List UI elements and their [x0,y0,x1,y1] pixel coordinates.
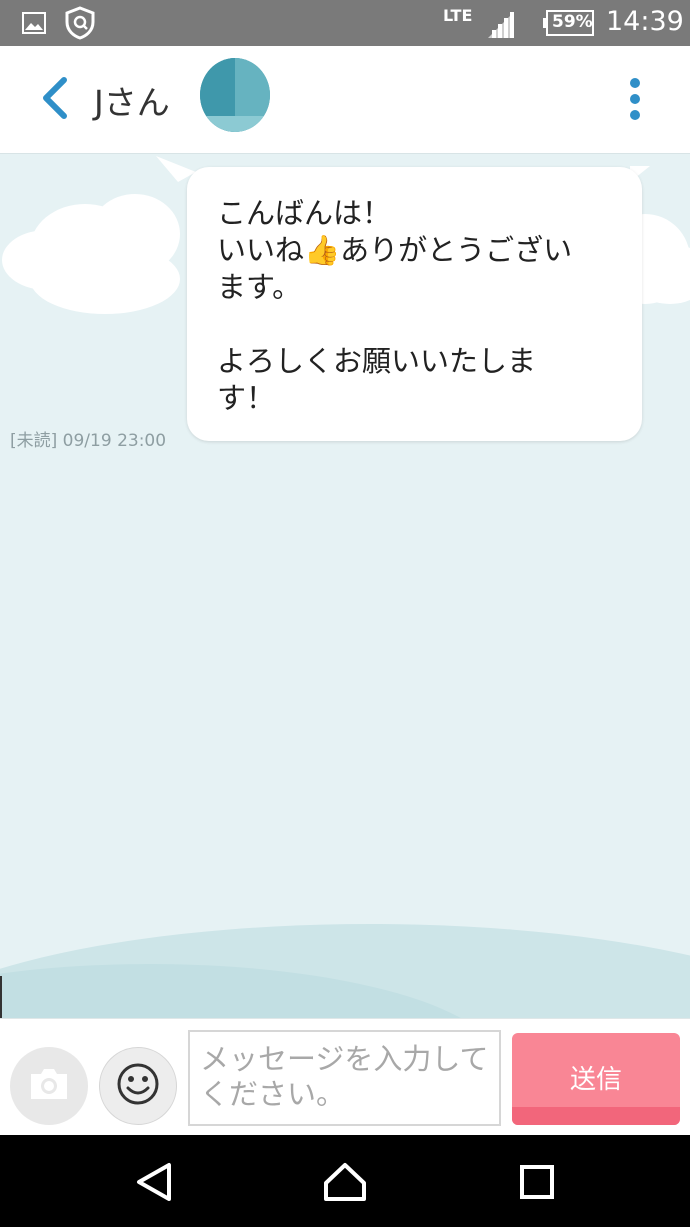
system-nav-bar [0,1135,690,1227]
composer-bar: 送信 [0,1018,690,1136]
clock: 14:39 [606,6,684,37]
back-triangle-icon[interactable] [131,1161,177,1203]
shield-icon [64,6,96,44]
recents-icon[interactable] [514,1161,560,1203]
read-status: [未読] [10,431,58,451]
image-icon [22,12,46,38]
message-bubble[interactable]: こんばんは！ いいね👍ありがとうござい ます。 よろしくお願いいたしま す！ [187,167,642,441]
text-cursor [0,976,2,1018]
contact-name[interactable]: Jさん [94,76,170,124]
camera-icon [27,1066,71,1106]
message-text: こんばんは！ いいね👍ありがとうござい ます。 よろしくお願いいたしま す！ [217,196,573,415]
send-button-label: 送信 [569,1065,622,1095]
message-timestamp: 09/19 23:00 [62,431,167,451]
send-button-underline [512,1107,680,1125]
camera-button[interactable] [10,1047,88,1125]
message-input[interactable] [188,1030,501,1126]
emoji-button[interactable] [99,1047,177,1125]
status-bar: LTE 59% 14:39 [0,0,690,46]
emoji-icon [116,1062,160,1110]
signal-icon [486,10,516,42]
send-button[interactable]: 送信 [512,1033,680,1125]
battery-percent: 59% [552,12,593,32]
more-vert-icon[interactable] [612,70,658,126]
network-type: LTE [443,6,473,25]
chat-header: Jさん [0,46,690,154]
home-icon[interactable] [322,1161,368,1203]
avatar[interactable] [200,58,270,132]
message-meta: [未読] 09/19 23:00 [10,426,166,451]
back-chevron-icon [40,76,70,124]
back-button[interactable] [30,72,80,128]
chat-area[interactable]: こんばんは！ いいね👍ありがとうござい ます。 よろしくお願いいたしま す！ [… [0,154,690,1018]
